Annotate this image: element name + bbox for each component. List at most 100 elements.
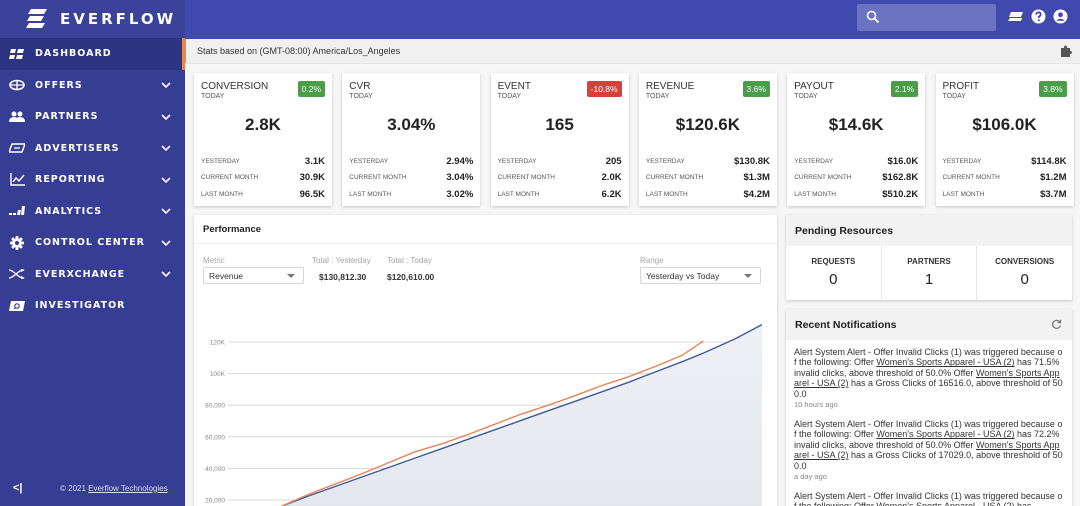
collapse-sidebar-button[interactable]: <| xyxy=(13,482,27,494)
stat-row-label: CURRENT MONTH xyxy=(645,174,704,182)
sidebar-item-offers[interactable]: OFFERS xyxy=(0,70,185,102)
stat-row-value: 3.1K xyxy=(304,155,325,167)
sidebar-item-reporting[interactable]: REPORTING xyxy=(0,164,185,196)
sidebar-item-everxchange[interactable]: EVERXCHANGE xyxy=(0,259,185,291)
chevron-down-icon xyxy=(161,240,171,246)
y-tick-label: 100K xyxy=(210,371,226,378)
sidebar-item-label: ADVERTISERS xyxy=(35,142,120,154)
total-today-value: $120,610.00 xyxy=(387,272,435,282)
stat-row-label: CURRENT MONTH xyxy=(497,174,555,182)
stat-row-value: $510.2K xyxy=(882,188,919,200)
offer-link[interactable]: Women's Sports Apparel - USA (2) xyxy=(876,429,1014,439)
stat-card-revenue[interactable]: REVENUE TODAY 3.6% $120.6K YESTERDAY $13… xyxy=(638,73,777,206)
metric-select[interactable]: Revenue xyxy=(203,267,304,284)
performance-panel: Performance Metric Revenue Total : Yeste… xyxy=(194,215,777,506)
puzzle-icon[interactable] xyxy=(1060,45,1072,59)
copyright-text: © 2021 xyxy=(60,483,89,493)
header-actions xyxy=(1008,9,1068,24)
timezone-bar: Stats based on (GMT-08:00) America/Los_A… xyxy=(183,39,1080,64)
stat-row-value: 205 xyxy=(605,155,622,167)
sidebar-item-control-center[interactable]: CONTROL CENTER xyxy=(0,227,185,259)
dashboard-main: CONVERSION TODAY 0.2% 2.8K YESTERDAY 3.1… xyxy=(185,64,1080,506)
stat-value: 2.8K xyxy=(245,115,281,134)
sidebar-item-investigator[interactable]: INVESTIGATOR xyxy=(0,290,185,322)
offers-icon xyxy=(9,78,25,92)
pending-label: REQUESTS xyxy=(811,257,856,266)
refresh-icon[interactable] xyxy=(1051,319,1062,330)
offer-link[interactable]: Women's Sports Apparel - USA (2) xyxy=(876,501,1014,506)
partners-icon xyxy=(9,110,25,124)
search-input[interactable] xyxy=(857,4,996,31)
sidebar-item-advertisers[interactable]: ADVERTISERS xyxy=(0,133,185,165)
stat-card-conversion[interactable]: CONVERSION TODAY 0.2% 2.8K YESTERDAY 3.1… xyxy=(194,73,332,206)
company-link[interactable]: Everflow Technologies xyxy=(88,484,167,493)
messages-icon[interactable] xyxy=(1008,11,1024,23)
stat-card-cvr[interactable]: CVR TODAY 3.04% YESTERDAY 2.94% CURRENT … xyxy=(342,73,481,206)
y-tick-label: 40,000 xyxy=(205,466,225,473)
performance-title: Performance xyxy=(194,215,777,244)
sidebar-nav: DASHBOARD OFFERS PARTNERS ADVERTISERS RE… xyxy=(0,38,185,322)
stat-row: CURRENT MONTH 2.0K xyxy=(498,170,622,187)
stat-row-label: YESTERDAY xyxy=(794,157,834,165)
change-badge: 3.6% xyxy=(742,81,770,97)
stat-row: YESTERDAY $130.8K xyxy=(646,153,770,170)
sidebar-item-analytics[interactable]: ANALYTICS xyxy=(0,196,185,228)
y-tick-label: 120K xyxy=(210,340,226,347)
total-today-label: Total : Today xyxy=(387,256,432,265)
pending-partners[interactable]: PARTNERS 1 xyxy=(882,246,978,300)
stat-row: CURRENT MONTH $162.8K xyxy=(794,170,918,187)
stat-row: CURRENT MONTH $1.2M xyxy=(943,170,1067,187)
pending-resources-panel: Pending Resources REQUESTS 0 PARTNERS 1 … xyxy=(786,215,1072,300)
change-badge: 2.1% xyxy=(890,81,919,97)
advertisers-icon xyxy=(9,141,25,155)
stat-row-value: 6.2K xyxy=(601,188,622,200)
investigator-icon xyxy=(9,299,25,313)
notification-time: 10 hours ago xyxy=(794,400,838,410)
chevron-down-icon xyxy=(161,114,171,120)
brand-logo[interactable]: EVERFLOW xyxy=(0,0,185,38)
stat-value: $14.6K xyxy=(828,115,884,134)
pending-label: CONVERSIONS xyxy=(995,257,1055,266)
pending-conversions[interactable]: CONVERSIONS 0 xyxy=(977,246,1072,300)
stat-row: YESTERDAY $16.0K xyxy=(794,153,918,170)
notification-item: Alert System Alert - Offer Invalid Click… xyxy=(794,491,1064,506)
stat-card-payout[interactable]: PAYOUT TODAY 2.1% $14.6K YESTERDAY $16.0… xyxy=(787,73,926,206)
sidebar-item-dashboard[interactable]: DASHBOARD xyxy=(0,38,185,70)
stat-row: LAST MONTH $510.2K xyxy=(794,186,918,203)
stat-row-value: 96.5K xyxy=(299,188,325,200)
sidebar-item-partners[interactable]: PARTNERS xyxy=(0,101,185,133)
stat-row: CURRENT MONTH $1.3M xyxy=(646,170,770,187)
change-badge: 3.8% xyxy=(1039,81,1067,97)
notifications-title: Recent Notifications xyxy=(795,318,897,331)
metric-value: Revenue xyxy=(209,270,244,281)
pending-requests[interactable]: REQUESTS 0 xyxy=(786,246,882,300)
series-area-yesterday xyxy=(282,324,762,506)
notification-item: Alert System Alert - Offer Invalid Click… xyxy=(794,347,1064,409)
stat-card-profit[interactable]: PROFIT TODAY 3.8% $106.0K YESTERDAY $114… xyxy=(935,73,1074,206)
stat-row: YESTERDAY 2.94% xyxy=(349,153,473,170)
y-tick-label: 60,000 xyxy=(205,434,225,441)
y-tick-label: 80,000 xyxy=(205,403,225,410)
stat-row-value: 2.0K xyxy=(601,172,622,184)
help-icon[interactable] xyxy=(1031,9,1046,24)
sidebar-item-label: REPORTING xyxy=(35,174,106,186)
notification-time: a day ago xyxy=(794,472,827,482)
stat-card-event[interactable]: EVENT TODAY -10.8% 165 YESTERDAY 205 CUR… xyxy=(490,73,629,206)
stat-row-value: $114.8K xyxy=(1031,155,1067,167)
notification-text: Alert System Alert - Offer Invalid Click… xyxy=(794,491,1064,506)
stat-row: LAST MONTH $3.7M xyxy=(943,186,1067,203)
stat-row-label: CURRENT MONTH xyxy=(942,174,1000,182)
notification-item: Alert System Alert - Offer Invalid Click… xyxy=(794,419,1064,481)
timezone-text: Stats based on (GMT-08:00) America/Los_A… xyxy=(197,46,401,56)
range-select[interactable]: Yesterday vs Today xyxy=(640,267,761,284)
chevron-down-icon xyxy=(161,271,171,278)
stat-row-label: YESTERDAY xyxy=(349,157,389,165)
user-account-icon[interactable] xyxy=(1053,9,1068,24)
offer-link[interactable]: Women's Sports Apparel - USA (2) xyxy=(876,357,1014,367)
metric-label: Metric xyxy=(203,256,225,265)
stat-row: LAST MONTH 3.02% xyxy=(349,186,473,203)
stat-row-label: YESTERDAY xyxy=(645,157,685,165)
stat-row: CURRENT MONTH 3.04% xyxy=(349,170,473,187)
stat-row-value: 3.02% xyxy=(446,188,474,200)
sidebar-footer: <| © 2021 Everflow Technologies xyxy=(0,482,185,494)
